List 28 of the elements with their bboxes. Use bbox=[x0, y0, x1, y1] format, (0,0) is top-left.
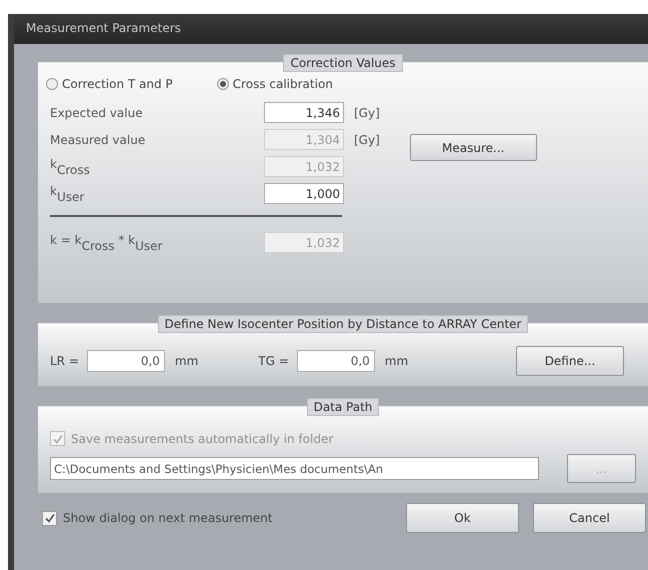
ok-button[interactable]: Ok bbox=[406, 503, 519, 533]
path-field[interactable]: C:\Documents and Settings\Physicien\Mes documents\An bbox=[50, 457, 539, 480]
input-field[interactable]: 1,346 bbox=[264, 102, 344, 123]
unit-label: [Gy] bbox=[354, 132, 380, 146]
input-field[interactable]: 0,0 bbox=[296, 350, 375, 372]
radio-label: Correction T and P bbox=[62, 77, 173, 91]
checkbox[interactable] bbox=[42, 510, 57, 526]
measure-button[interactable]: Measure... bbox=[410, 134, 537, 161]
radio-button[interactable] bbox=[216, 78, 229, 90]
unit-label: mm bbox=[174, 354, 198, 368]
checkbox-label: Save measurements automatically in folder bbox=[71, 432, 334, 446]
radio-button[interactable] bbox=[46, 78, 58, 90]
group-legend: Define New Isocenter Position by Distance to ARRAY Center bbox=[158, 315, 528, 333]
cancel-button[interactable]: Cancel bbox=[533, 503, 646, 533]
window-title: Measurement Parameters bbox=[14, 14, 648, 44]
group-legend: Data Path bbox=[306, 398, 380, 416]
axis-label: TG = bbox=[258, 354, 289, 368]
unit-label: mm bbox=[384, 354, 408, 368]
field-label: Expected value bbox=[50, 106, 144, 120]
group-legend: Correction Values bbox=[283, 54, 403, 72]
field-label: Measured value bbox=[50, 132, 146, 146]
unit-label: [Gy] bbox=[354, 106, 380, 120]
radio-label: Cross calibration bbox=[232, 77, 333, 91]
define-button[interactable]: Define... bbox=[516, 346, 624, 376]
input-field[interactable]: 0,0 bbox=[86, 350, 165, 372]
input-field[interactable]: 1,000 bbox=[264, 183, 344, 204]
axis-label: LR = bbox=[50, 354, 79, 368]
checkbox-label: Show dialog on next measurement bbox=[63, 511, 272, 525]
